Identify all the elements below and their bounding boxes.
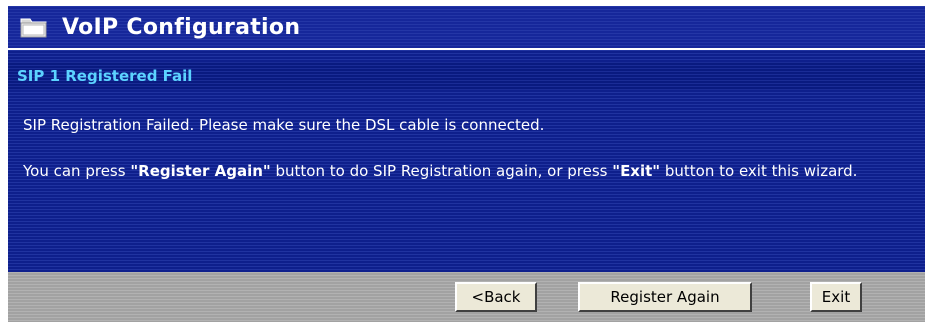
instruction-text-3: button to exit this wizard. bbox=[660, 162, 858, 180]
section-title: SIP 1 Registered Fail bbox=[17, 67, 193, 85]
instruction-message: You can press "Register Again" button to… bbox=[23, 162, 918, 180]
instruction-text-1: You can press bbox=[23, 162, 131, 180]
exit-button[interactable]: Exit bbox=[810, 282, 862, 312]
button-bar: <Back Register Again Exit bbox=[8, 272, 925, 322]
register-again-button[interactable]: Register Again bbox=[578, 282, 752, 312]
register-again-hint: "Register Again" bbox=[130, 162, 271, 180]
window-title: VoIP Configuration bbox=[62, 14, 301, 40]
back-button[interactable]: <Back bbox=[455, 282, 537, 312]
failure-message: SIP Registration Failed. Please make sur… bbox=[23, 116, 545, 134]
title-bar: VoIP Configuration bbox=[8, 6, 925, 48]
instruction-text-2: button to do SIP Registration again, or … bbox=[270, 162, 613, 180]
section-header: SIP 1 Registered Fail bbox=[8, 62, 925, 90]
main-panel: SIP 1 Registered Fail SIP Registration F… bbox=[8, 50, 925, 272]
voip-config-window: VoIP Configuration SIP 1 Registered Fail… bbox=[0, 0, 934, 322]
exit-hint: "Exit" bbox=[612, 162, 661, 180]
folder-icon bbox=[20, 15, 48, 39]
